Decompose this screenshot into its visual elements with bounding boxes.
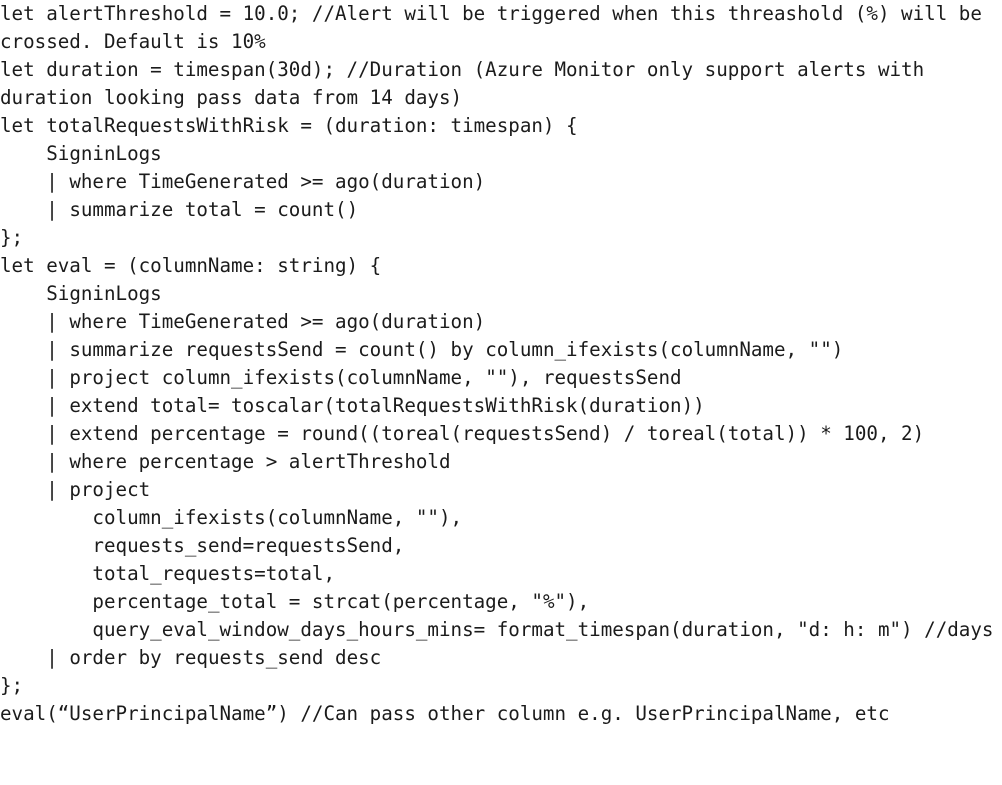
code-line: query_eval_window_days_hours_mins= forma… bbox=[0, 618, 994, 641]
code-line: | where TimeGenerated >= ago(duration) bbox=[0, 310, 486, 333]
code-line: SigninLogs bbox=[0, 282, 162, 305]
code-line: column_ifexists(columnName, ""), bbox=[0, 506, 463, 529]
code-listing: let alertThreshold = 10.0; //Alert will … bbox=[0, 0, 1002, 785]
code-line: }; bbox=[0, 226, 24, 249]
code-line: | project column_ifexists(columnName, ""… bbox=[0, 366, 682, 389]
code-line: let alertThreshold = 10.0; //Alert will … bbox=[0, 2, 994, 53]
code-line: | summarize requestsSend = count() by co… bbox=[0, 338, 844, 361]
code-line: SigninLogs bbox=[0, 142, 162, 165]
code-line: eval(“UserPrincipalName”) //Can pass oth… bbox=[0, 702, 890, 725]
code-line: | extend total= toscalar(totalRequestsWi… bbox=[0, 394, 705, 417]
code-line: percentage_total = strcat(percentage, "%… bbox=[0, 590, 590, 613]
code-line: | where TimeGenerated >= ago(duration) bbox=[0, 170, 486, 193]
code-line: let totalRequestsWithRisk = (duration: t… bbox=[0, 114, 578, 137]
code-line: | project bbox=[0, 478, 151, 501]
code-line: let eval = (columnName: string) { bbox=[0, 254, 382, 277]
code-line: | where percentage > alertThreshold bbox=[0, 450, 451, 473]
code-line: requests_send=requestsSend, bbox=[0, 534, 405, 557]
code-line: }; bbox=[0, 674, 24, 697]
code-line: | order by requests_send desc bbox=[0, 646, 382, 669]
code-line: let duration = timespan(30d); //Duration… bbox=[0, 58, 936, 109]
code-line: total_requests=total, bbox=[0, 562, 336, 585]
code-line: | extend percentage = round((toreal(requ… bbox=[0, 422, 925, 445]
code-line: | summarize total = count() bbox=[0, 198, 359, 221]
